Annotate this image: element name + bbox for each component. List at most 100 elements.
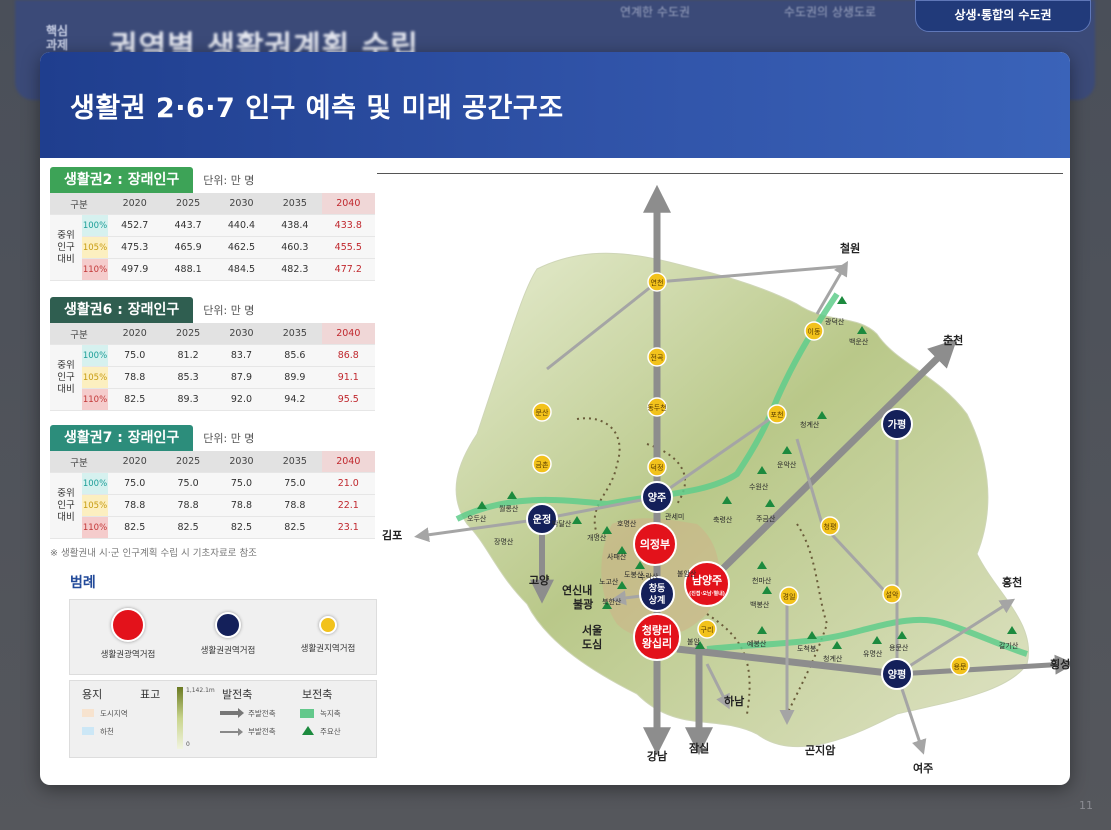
legend-main-axis: 주발전축 bbox=[248, 709, 276, 718]
background-tab-3[interactable]: 상생·통합의 수도권 bbox=[915, 0, 1091, 32]
th-year: 2035 bbox=[268, 193, 322, 215]
svg-text:관세미: 관세미 bbox=[665, 512, 684, 521]
label-hanam: 하남 bbox=[724, 694, 744, 708]
cell: 83.7 bbox=[214, 344, 269, 367]
pct-cell: 110% bbox=[82, 258, 108, 281]
svg-text:불암: 불암 bbox=[687, 637, 700, 646]
legend-landuse-title: 용지 bbox=[82, 688, 103, 701]
yellow-hub-icon bbox=[319, 616, 337, 634]
svg-text:용문: 용문 bbox=[954, 663, 967, 671]
legend-item-navy: 생활권권역거점 bbox=[188, 608, 268, 656]
svg-text:노고산: 노고산 bbox=[599, 577, 619, 586]
population-table-2: 구분 2020 2025 2030 2035 2040 중위 인구 대비 100% … bbox=[50, 193, 375, 281]
table-row: 110% 82.5 82.5 82.5 82.5 23.1 bbox=[50, 516, 375, 539]
th-year: 2020 bbox=[108, 193, 162, 215]
svg-text:예봉산: 예봉산 bbox=[747, 639, 767, 648]
main-axis-arrowhead-icon bbox=[238, 708, 244, 718]
cell: 82.5 bbox=[214, 516, 269, 539]
table-row: 110% 82.5 89.3 92.0 94.2 95.5 bbox=[50, 388, 375, 411]
legend-label: 생활권권역거점 bbox=[200, 646, 256, 656]
cell: 82.5 bbox=[108, 516, 162, 539]
cell: 81.2 bbox=[161, 344, 215, 367]
cell: 465.9 bbox=[161, 236, 215, 259]
cell: 443.7 bbox=[161, 214, 215, 237]
cell: 78.8 bbox=[214, 494, 269, 517]
table-unit: 단위: 만 명 bbox=[203, 304, 255, 317]
cell: 78.8 bbox=[108, 494, 162, 517]
svg-text:가평: 가평 bbox=[888, 418, 906, 431]
cell: 78.8 bbox=[108, 366, 162, 389]
svg-text:양주: 양주 bbox=[648, 492, 666, 504]
legend-sub-axis: 부발전축 bbox=[248, 727, 276, 736]
legend-title: 범례 bbox=[70, 575, 96, 591]
svg-text:박달산: 박달산 bbox=[552, 519, 572, 528]
legend-elev-min: 0 bbox=[186, 741, 190, 748]
svg-text:청량리: 청량리 bbox=[642, 623, 672, 637]
label-cheorwon: 철원 bbox=[840, 241, 860, 255]
svg-text:수락산: 수락산 bbox=[639, 572, 659, 581]
cell: 75.0 bbox=[161, 472, 215, 495]
table-label: 생활권2 : 장래인구 bbox=[50, 167, 194, 193]
svg-text:유명산: 유명산 bbox=[863, 649, 883, 658]
background-tab-2[interactable]: 수도권의 상생도로 bbox=[755, 0, 905, 26]
svg-text:포천: 포천 bbox=[771, 410, 784, 419]
cell: 78.8 bbox=[161, 494, 215, 517]
cell: 455.5 bbox=[321, 236, 375, 259]
spatial-structure-map[interactable]: 철원 춘천 홍천 횡성 김포 고양 연신내 불광 서울 도심 강남 잠실 하남 … bbox=[377, 174, 1070, 785]
pct-cell: 105% bbox=[82, 366, 108, 389]
svg-text:개명산: 개명산 bbox=[587, 533, 607, 542]
cell: 21.0 bbox=[321, 472, 375, 495]
pct-cell: 105% bbox=[82, 494, 108, 517]
svg-text:문산: 문산 bbox=[536, 408, 549, 417]
cell: 89.3 bbox=[161, 388, 215, 411]
svg-text:북한산: 북한산 bbox=[602, 597, 622, 606]
sub-axis-arrow-icon bbox=[220, 731, 238, 733]
cell: 75.0 bbox=[268, 472, 322, 495]
population-table-7: 구분 2020 2025 2030 2035 2040 중위 인구 대비 100% … bbox=[50, 451, 375, 539]
cell: 22.1 bbox=[321, 494, 375, 517]
legend-green-belt: 녹지축 bbox=[320, 709, 341, 718]
green-belt-swatch-icon bbox=[300, 709, 314, 718]
pct-cell: 110% bbox=[82, 388, 108, 411]
modal-card: 생활권 2·6·7 인구 예측 및 미래 공간구조 생활권2 : 장래인구 단위… bbox=[40, 52, 1070, 785]
cell: 91.1 bbox=[321, 366, 375, 389]
svg-text:동두천: 동두천 bbox=[647, 403, 666, 412]
mountain-icon bbox=[837, 296, 847, 304]
th-year: 2030 bbox=[214, 193, 269, 215]
svg-text:장명산: 장명산 bbox=[494, 537, 514, 546]
cell: 75.0 bbox=[108, 472, 162, 495]
cell: 462.5 bbox=[214, 236, 269, 259]
cell: 438.4 bbox=[268, 214, 322, 237]
svg-text:주금산: 주금산 bbox=[756, 514, 776, 523]
table-row: 110% 497.9 488.1 484.5 482.3 477.2 bbox=[50, 258, 375, 281]
navy-hub-icon bbox=[215, 612, 241, 638]
label-hongcheon: 홍천 bbox=[1002, 575, 1022, 589]
svg-text:금촌: 금촌 bbox=[536, 460, 549, 469]
svg-text:설악: 설악 bbox=[886, 591, 899, 599]
legend-urban: 도시지역 bbox=[100, 709, 128, 718]
legend-elevation-title: 표고 bbox=[140, 688, 161, 701]
svg-text:월롱산: 월롱산 bbox=[499, 504, 519, 513]
cell: 82.5 bbox=[108, 388, 162, 411]
background-tab-1[interactable]: 연계한 수도권 bbox=[590, 0, 720, 26]
cell: 23.1 bbox=[321, 516, 375, 539]
legend-elev-max: 1,142.1m bbox=[186, 687, 215, 694]
pct-cell: 100% bbox=[82, 344, 108, 367]
label-gimpo: 김포 bbox=[382, 529, 402, 542]
svg-text:광덕산: 광덕산 bbox=[825, 317, 845, 326]
svg-text:양평: 양평 bbox=[888, 668, 906, 681]
svg-text:창동: 창동 bbox=[649, 582, 666, 594]
svg-text:전곡: 전곡 bbox=[651, 353, 664, 362]
table-unit: 단위: 만 명 bbox=[203, 174, 255, 187]
table-block-2: 생활권2 : 장래인구 단위: 만 명 구분 2020 2025 2030 20… bbox=[50, 167, 375, 281]
svg-text:청평: 청평 bbox=[824, 522, 837, 531]
cell: 92.0 bbox=[214, 388, 269, 411]
cell: 95.5 bbox=[321, 388, 375, 411]
label-dosim: 도심 bbox=[582, 637, 602, 651]
svg-text:천마산: 천마산 bbox=[752, 576, 772, 585]
svg-text:사패산: 사패산 bbox=[607, 552, 627, 561]
th-year: 2030 bbox=[214, 451, 269, 473]
label-jamsil: 잠실 bbox=[689, 741, 709, 755]
legend-hubs: 생활권광역거점 생활권권역거점 생활권지역거점 bbox=[69, 599, 377, 675]
cell: 475.3 bbox=[108, 236, 162, 259]
